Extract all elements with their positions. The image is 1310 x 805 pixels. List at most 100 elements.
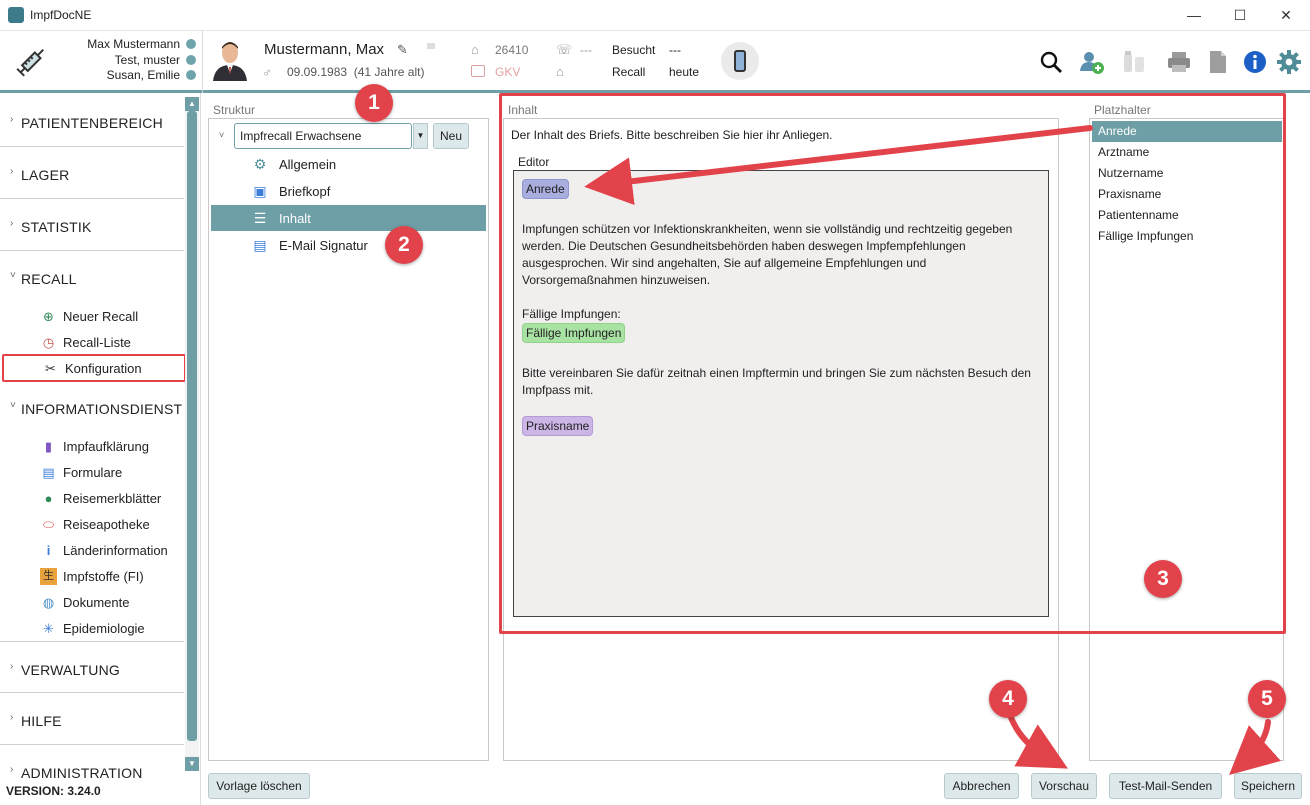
home-icon xyxy=(186,39,196,49)
tree-node-briefkopf[interactable]: ▣ Briefkopf xyxy=(211,178,486,204)
address-home-icon: ⌂ xyxy=(556,64,564,79)
new-template-button[interactable]: Neu xyxy=(433,123,469,149)
logged-in-users: Max Mustermann Test, muster Susan, Emili… xyxy=(60,37,196,84)
tree-expand-icon[interactable]: ˅ xyxy=(219,130,224,140)
chevron-right-icon: › xyxy=(10,764,14,775)
chevron-right-icon: › xyxy=(10,166,14,177)
chevron-right-icon: › xyxy=(10,218,14,229)
clock-list-icon: ◷ xyxy=(42,335,55,350)
person-icon xyxy=(186,54,196,65)
preview-button[interactable]: Vorschau xyxy=(1031,773,1097,799)
sidebar-item-epidemiologie[interactable]: ✳ Epidemiologie xyxy=(40,617,180,639)
annotation-badge-1: 1 xyxy=(355,84,393,122)
save-button[interactable]: Speichern xyxy=(1234,773,1302,799)
sidebar-item-dokumente[interactable]: ◍ Dokumente xyxy=(40,591,180,613)
file-text-icon: ▤ xyxy=(253,237,267,253)
version-label: VERSION: 3.24.0 xyxy=(6,784,101,798)
tree-node-email-signatur[interactable]: ▤ E-Mail Signatur xyxy=(211,232,486,258)
person-icon xyxy=(186,70,196,80)
plus-circle-icon: ⊕ xyxy=(43,309,54,324)
recall-label: Recall xyxy=(612,65,646,79)
printer-icon[interactable] xyxy=(1166,49,1192,75)
phone-value: --- xyxy=(580,43,592,57)
chevron-right-icon: › xyxy=(10,712,14,723)
sidebar-item-reisemerkblaetter[interactable]: ● Reisemerkblätter xyxy=(40,487,180,509)
annotation-badge-3: 3 xyxy=(1144,560,1182,598)
title-bar: ImpfDocNE — ☐ ✕ xyxy=(0,0,1310,31)
sidebar-item-neuer-recall[interactable]: ⊕ Neuer Recall xyxy=(40,305,180,327)
virus-icon: ✳ xyxy=(43,621,54,636)
app-logo-icon xyxy=(8,7,24,23)
maximize-button[interactable]: ☐ xyxy=(1217,0,1263,31)
sidebar-item-formulare[interactable]: ▤ Formulare xyxy=(40,461,180,483)
vaccine-vials-icon[interactable] xyxy=(1121,49,1147,75)
chevron-right-icon: › xyxy=(10,661,14,672)
patient-birthdate: 09.09.1983 (41 Jahre alt) xyxy=(287,65,425,79)
scrollbar-thumb[interactable] xyxy=(187,111,197,741)
scroll-down-icon[interactable]: ▼ xyxy=(185,757,199,771)
window-title: ImpfDocNE xyxy=(30,8,92,22)
settings-gear-icon[interactable] xyxy=(1276,49,1302,75)
male-icon: ♂ xyxy=(262,65,272,80)
sidebar-section-informationsdienst[interactable]: ˅ INFORMATIONSDIENST xyxy=(0,381,184,433)
visited-label: Besucht xyxy=(612,43,656,57)
sidebar-scrollbar[interactable]: ▲ ▼ xyxy=(185,97,199,771)
mobile-device-button[interactable] xyxy=(721,42,759,80)
dropdown-arrow-icon[interactable]: ▼ xyxy=(413,123,428,149)
struktur-label: Struktur xyxy=(213,103,256,117)
pdf-document-icon[interactable] xyxy=(1205,49,1231,75)
insurance-icon xyxy=(471,65,485,77)
document-icon: ▣ xyxy=(253,183,267,199)
sidebar-section-verwaltung[interactable]: › VERWALTUNG xyxy=(0,641,184,693)
chevron-down-icon: ˅ xyxy=(10,270,16,281)
annotation-badge-5: 5 xyxy=(1248,680,1286,718)
form-icon: ▤ xyxy=(42,465,55,480)
info-letter-icon: i xyxy=(46,543,51,558)
info-icon[interactable] xyxy=(1242,49,1268,75)
smartphone-icon xyxy=(734,50,746,72)
globe-icon: ● xyxy=(44,491,53,506)
patient-avatar xyxy=(213,42,247,81)
syringe-logo-icon xyxy=(16,48,45,77)
visited-value: --- xyxy=(669,43,681,57)
sidebar-item-konfiguration[interactable]: ✂ Konfiguration xyxy=(2,354,186,382)
chevron-down-icon: ˅ xyxy=(10,400,16,411)
user-entry[interactable]: Susan, Emilie xyxy=(60,68,196,84)
sidebar-item-reiseapotheke[interactable]: ⬭ Reiseapotheke xyxy=(40,513,180,535)
sidebar-section-hilfe[interactable]: › HILFE xyxy=(0,693,184,745)
cancel-button[interactable]: Abbrechen xyxy=(944,773,1019,799)
pill-icon: ⬭ xyxy=(42,517,55,532)
annotation-badge-2: 2 xyxy=(385,226,423,264)
app-header: Max Mustermann Test, muster Susan, Emili… xyxy=(0,31,1310,93)
sidebar-section-lager[interactable]: › LAGER xyxy=(0,147,184,199)
tag-icon: ⌂ xyxy=(471,42,479,57)
user-entry[interactable]: Test, muster xyxy=(60,53,196,69)
template-select[interactable]: Impfrecall Erwachsene xyxy=(234,123,412,149)
delete-template-button[interactable]: Vorlage löschen xyxy=(208,773,310,799)
edit-pencil-icon[interactable]: ✎ xyxy=(397,42,408,58)
add-patient-icon[interactable] xyxy=(1079,49,1105,75)
insurance-type: GKV xyxy=(495,65,521,79)
patient-name: Mustermann, Max xyxy=(264,41,385,58)
search-icon[interactable] xyxy=(1038,49,1064,75)
tree-node-allgemein[interactable]: ⚙ Allgemein xyxy=(211,151,486,177)
phone-icon: ☏ xyxy=(556,42,573,57)
scroll-up-icon[interactable]: ▲ xyxy=(185,97,199,111)
sidebar-item-recall-liste[interactable]: ◷ Recall-Liste xyxy=(40,331,180,353)
book-icon: ▮ xyxy=(44,439,53,454)
patient-number: 26410 xyxy=(495,43,529,57)
sidebar-section-statistik[interactable]: › STATISTIK xyxy=(0,199,184,251)
sidebar-item-impfstoffe[interactable]: 生 Impfstoffe (FI) xyxy=(40,565,180,587)
sidebar-item-impfaufklaerung[interactable]: ▮ Impfaufklärung xyxy=(40,435,180,457)
sidebar-item-laenderinformation[interactable]: i Länderinformation xyxy=(40,539,180,561)
test-mail-send-button[interactable]: Test-Mail-Senden xyxy=(1109,773,1222,799)
user-entry[interactable]: Max Mustermann xyxy=(60,37,196,53)
close-button[interactable]: ✕ xyxy=(1263,0,1309,31)
globe-document-icon: ◍ xyxy=(42,595,55,610)
sidebar-section-recall[interactable]: ˅ RECALL xyxy=(0,251,184,303)
annotation-badge-4: 4 xyxy=(989,680,1027,718)
header-divider xyxy=(202,31,203,93)
minimize-button[interactable]: — xyxy=(1171,0,1217,31)
sidebar-section-patientenbereich[interactable]: › PATIENTENBEREICH xyxy=(0,95,184,147)
tree-node-inhalt[interactable]: ☰ Inhalt xyxy=(211,205,486,231)
